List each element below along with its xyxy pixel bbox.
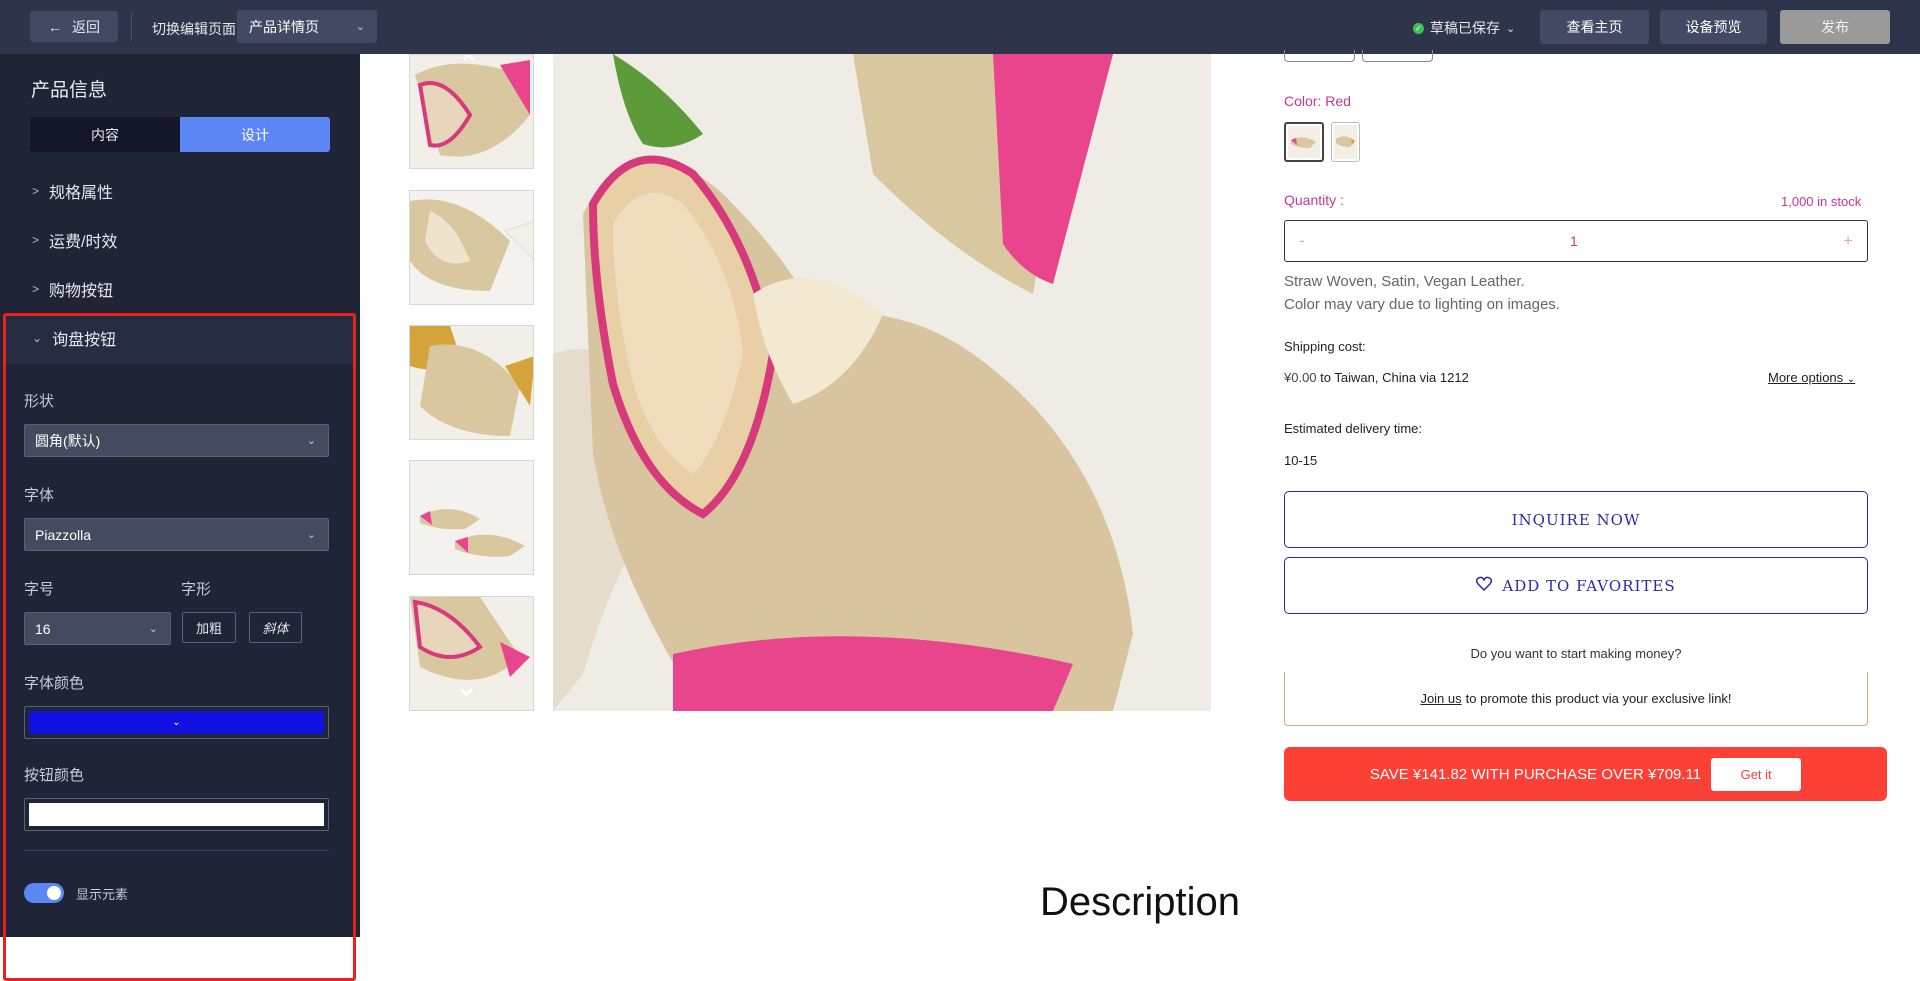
- page-select[interactable]: 产品详情页 ⌄: [237, 10, 377, 43]
- more-options-link[interactable]: More options ⌄: [1768, 370, 1855, 385]
- section-label: 规格属性: [49, 185, 114, 202]
- section-label: 购物按钮: [49, 283, 114, 300]
- product-thumbnail[interactable]: [409, 325, 534, 440]
- switch-page-label: 切换编辑页面: [152, 21, 236, 37]
- delivery-value: 10-15: [1284, 453, 1318, 468]
- size-option[interactable]: [1362, 50, 1433, 62]
- size-option[interactable]: [1284, 50, 1355, 62]
- back-button[interactable]: ← 返回: [30, 11, 118, 42]
- add-to-favorites-label: ADD TO FAVORITES: [1502, 576, 1676, 595]
- section-shipping[interactable]: > 运费/时效: [32, 228, 117, 252]
- affiliate-box: Join us to promote this product via your…: [1284, 672, 1868, 726]
- page-select-value: 产品详情页: [249, 18, 319, 35]
- top-bar: ← 返回 切换编辑页面 产品详情页 ⌄ ✓ 草稿已保存 ⌄ 查看主页 设备预览 …: [0, 0, 1920, 54]
- chevron-down-icon: ⌄: [148, 623, 158, 635]
- sidebar-title: 产品信息: [31, 80, 108, 101]
- bold-button[interactable]: 加粗: [182, 612, 236, 643]
- chevron-down-icon: ⌄: [172, 717, 181, 728]
- chevron-down-icon: ⌄: [355, 21, 365, 33]
- color-label: Color: Red: [1284, 93, 1351, 109]
- font-color-swatch: ⌄: [29, 711, 324, 734]
- affiliate-text: to promote this product via your exclusi…: [1465, 691, 1732, 706]
- chevron-down-icon: ⌄: [1846, 374, 1856, 385]
- section-shop-button[interactable]: > 购物按钮: [32, 277, 113, 301]
- add-to-favorites-button[interactable]: ADD TO FAVORITES: [1284, 557, 1868, 614]
- chevron-down-icon: ⌄: [1506, 22, 1516, 35]
- product-thumbnail[interactable]: ⌄: [409, 596, 534, 711]
- button-color-picker[interactable]: [24, 798, 329, 831]
- divider: [131, 13, 132, 41]
- italic-button[interactable]: 斜体: [249, 612, 302, 643]
- material-text: Straw Woven, Satin, Vegan Leather.: [1284, 273, 1525, 290]
- view-home-button[interactable]: 查看主页: [1540, 10, 1649, 44]
- section-spec-attributes[interactable]: > 规格属性: [32, 179, 113, 203]
- inquire-now-label: INQUIRE NOW: [1511, 510, 1641, 529]
- tab-design[interactable]: 设计: [180, 117, 330, 152]
- font-select[interactable]: Piazzolla ⌄: [24, 518, 329, 551]
- font-size-label: 字号: [24, 581, 55, 598]
- earn-question: Do you want to start making money?: [1470, 646, 1682, 661]
- font-color-label: 字体颜色: [24, 675, 85, 692]
- show-element-toggle[interactable]: [24, 883, 64, 903]
- device-preview-button[interactable]: 设备预览: [1660, 10, 1767, 44]
- get-it-button[interactable]: Get it: [1711, 757, 1802, 791]
- back-button-label: 返回: [72, 18, 100, 35]
- description-title: Description: [1039, 880, 1241, 924]
- chevron-down-icon[interactable]: ⌄: [454, 669, 479, 704]
- font-label: 字体: [24, 487, 55, 504]
- chevron-right-icon: >: [32, 184, 40, 198]
- font-style-label: 字形: [181, 581, 212, 598]
- shipping-label: Shipping cost:: [1284, 339, 1366, 354]
- font-color-picker[interactable]: ⌄: [24, 706, 329, 739]
- product-thumbnail[interactable]: [409, 190, 534, 305]
- color-note-text: Color may vary due to lighting on images…: [1284, 296, 1560, 313]
- shape-select[interactable]: 圆角(默认) ⌄: [24, 424, 329, 457]
- chevron-up-icon[interactable]: ⌃: [458, 55, 480, 80]
- product-thumbnail[interactable]: ⌃: [409, 54, 534, 169]
- decrement-button[interactable]: -: [1299, 231, 1305, 251]
- save-status-label: 草稿已保存: [1430, 20, 1500, 36]
- chevron-down-icon: ⌄: [306, 529, 316, 541]
- show-element-label: 显示元素: [76, 887, 129, 902]
- discount-banner: SAVE ¥141.82 WITH PURCHASE OVER ¥709.11 …: [1284, 747, 1887, 801]
- tab-content[interactable]: 内容: [30, 117, 180, 152]
- chevron-right-icon: >: [32, 233, 40, 247]
- shipping-line: ¥0.00 to Taiwan, China via 1212: [1284, 370, 1469, 385]
- product-main-image[interactable]: [553, 54, 1211, 711]
- delivery-label: Estimated delivery time:: [1284, 421, 1422, 436]
- stock-text: 1,000 in stock: [1781, 194, 1862, 209]
- font-select-value: Piazzolla: [35, 526, 92, 543]
- more-options-label: More options: [1768, 370, 1844, 385]
- save-status[interactable]: ✓ 草稿已保存 ⌄: [1413, 18, 1515, 38]
- color-swatch-red[interactable]: [1284, 122, 1324, 162]
- discount-text: SAVE ¥141.82 WITH PURCHASE OVER ¥709.11: [1369, 765, 1702, 783]
- shipping-destination: to Taiwan, China via 1212: [1320, 370, 1469, 385]
- quantity-stepper[interactable]: - 1 +: [1284, 220, 1868, 262]
- button-color-label: 按钮颜色: [24, 767, 85, 784]
- font-size-value: 16: [35, 620, 51, 637]
- sidebar: 产品信息 内容 设计 > 规格属性 > 运费/时效 > 购物按钮 ⌄ 询盘按钮 …: [0, 54, 360, 981]
- font-size-select[interactable]: 16 ⌄: [24, 612, 171, 645]
- section-label: 运费/时效: [49, 234, 118, 251]
- content-design-tabs: 内容 设计: [30, 117, 330, 152]
- inquire-now-button[interactable]: INQUIRE NOW: [1284, 491, 1868, 548]
- join-us-link[interactable]: Join us: [1420, 691, 1461, 706]
- color-swatch-alt[interactable]: [1331, 122, 1360, 162]
- chevron-down-icon: ⌄: [306, 435, 316, 447]
- increment-button[interactable]: +: [1843, 231, 1853, 251]
- arrow-left-icon: ←: [48, 18, 62, 35]
- shipping-price: ¥0.00: [1284, 370, 1317, 385]
- heart-icon: [1476, 576, 1493, 595]
- check-circle-icon: ✓: [1413, 22, 1424, 34]
- product-thumbnail[interactable]: [409, 460, 534, 575]
- publish-button[interactable]: 发布: [1780, 10, 1890, 44]
- shape-select-value: 圆角(默认): [35, 432, 101, 449]
- quantity-value[interactable]: 1: [1570, 233, 1578, 249]
- button-color-swatch: [29, 803, 324, 826]
- quantity-label: Quantity :: [1284, 192, 1344, 208]
- shape-label: 形状: [24, 393, 55, 410]
- divider: [24, 850, 329, 851]
- chevron-right-icon: >: [32, 282, 40, 296]
- highlight-frame: [3, 313, 356, 981]
